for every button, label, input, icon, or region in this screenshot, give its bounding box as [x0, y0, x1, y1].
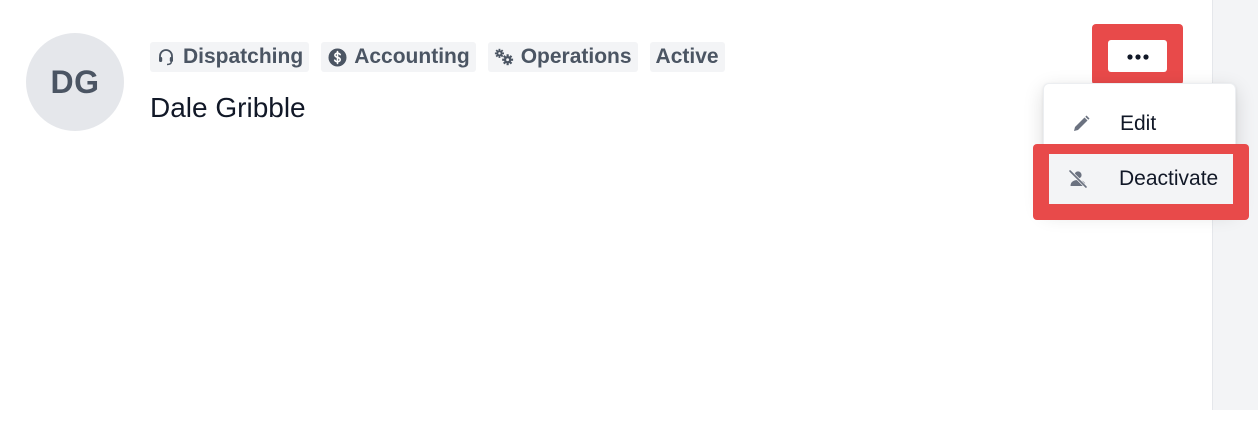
tag-operations: Operations	[487, 42, 638, 72]
pencil-icon	[1066, 109, 1096, 139]
tag-label: Active	[655, 45, 719, 68]
tag-label: Dispatching	[183, 45, 304, 68]
menu-item-label: Edit	[1120, 112, 1157, 135]
menu-item-edit[interactable]: Edit	[1044, 98, 1237, 150]
avatar-initials: DG	[50, 63, 100, 100]
menu-item-label: Deactivate	[1119, 167, 1219, 190]
tag-status-active: Active	[649, 42, 725, 72]
user-name: Dale Gribble	[150, 92, 306, 123]
tag-label: Accounting	[354, 45, 470, 68]
tag-dispatching: Dispatching	[150, 42, 310, 72]
headset-icon	[156, 47, 176, 67]
more-actions-button[interactable]	[1108, 40, 1167, 72]
tag-label: Operations	[520, 45, 632, 68]
tag-accounting: Accounting	[321, 42, 476, 72]
avatar: DG	[26, 33, 124, 131]
gears-icon	[494, 47, 514, 67]
user-tag-list: Dispatching Accounting Operations Active	[150, 42, 725, 72]
more-horizontal-icon	[1126, 47, 1149, 65]
dollar-circle-icon	[327, 47, 347, 67]
user-detail-page: DG Dispatching Accounting Operations Act…	[0, 0, 1258, 432]
menu-item-deactivate[interactable]: Deactivate	[1049, 154, 1233, 204]
user-slash-icon	[1063, 164, 1093, 194]
